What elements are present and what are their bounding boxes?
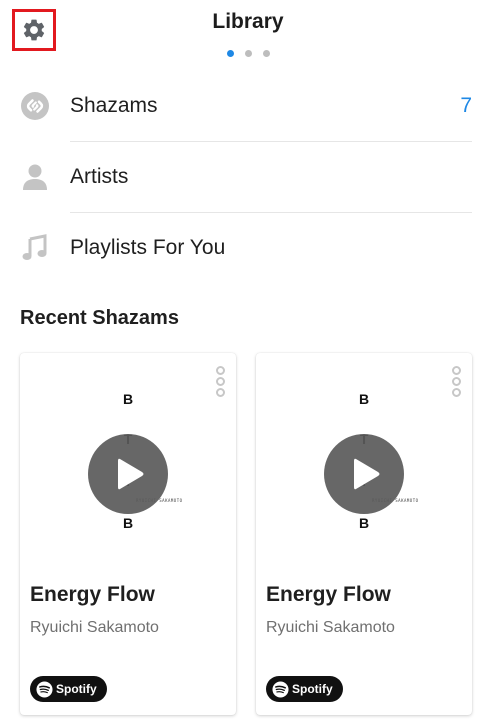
art-letter: B: [122, 391, 134, 407]
shazam-logo-icon: [20, 91, 50, 121]
spotify-label: Spotify: [292, 682, 333, 696]
album-art: B T T B RYUICHI SAKAMOTO: [256, 381, 472, 531]
art-letter: B: [358, 515, 370, 531]
library-item-label: Playlists For You: [70, 236, 226, 259]
play-button[interactable]: [324, 434, 404, 514]
play-button[interactable]: [88, 434, 168, 514]
spotify-icon: [36, 680, 53, 698]
page-dot-1[interactable]: [226, 50, 234, 57]
spotify-label: Spotify: [56, 682, 97, 696]
library-item-playlists[interactable]: Playlists For You: [0, 213, 496, 283]
music-note-icon: [20, 233, 50, 263]
spotify-button[interactable]: Spotify: [30, 676, 107, 702]
library-item-shazams[interactable]: Shazams 7: [0, 71, 496, 141]
album-art: B T T B RYUICHI SAKAMOTO: [20, 381, 236, 531]
art-letter: B: [358, 391, 370, 407]
page-indicator: [0, 50, 496, 57]
library-item-label: Shazams: [70, 94, 158, 117]
library-screen: Library Shazams 7 Artists Playlists For …: [0, 0, 496, 726]
play-icon: [118, 458, 144, 490]
spotify-icon: [272, 680, 289, 698]
page-dot-2[interactable]: [244, 50, 252, 57]
track-title: Energy Flow: [30, 583, 155, 606]
shazams-count: 7: [460, 94, 472, 117]
library-item-label: Artists: [70, 165, 129, 188]
person-icon: [20, 162, 50, 192]
track-card[interactable]: B T T B RYUICHI SAKAMOTO Energy Flow Ryu…: [256, 353, 472, 715]
track-card[interactable]: B T T B RYUICHI SAKAMOTO Energy Flow Ryu…: [20, 353, 236, 715]
library-item-artists[interactable]: Artists: [0, 142, 496, 212]
track-title: Energy Flow: [266, 583, 391, 606]
page-dot-3[interactable]: [262, 50, 270, 57]
play-icon: [354, 458, 380, 490]
art-letter: B: [122, 515, 134, 531]
spotify-button[interactable]: Spotify: [266, 676, 343, 702]
track-artist: Ryuichi Sakamoto: [30, 619, 159, 636]
recent-shazams-heading: Recent Shazams: [20, 307, 179, 329]
track-artist: Ryuichi Sakamoto: [266, 619, 395, 636]
page-title: Library: [212, 10, 284, 33]
